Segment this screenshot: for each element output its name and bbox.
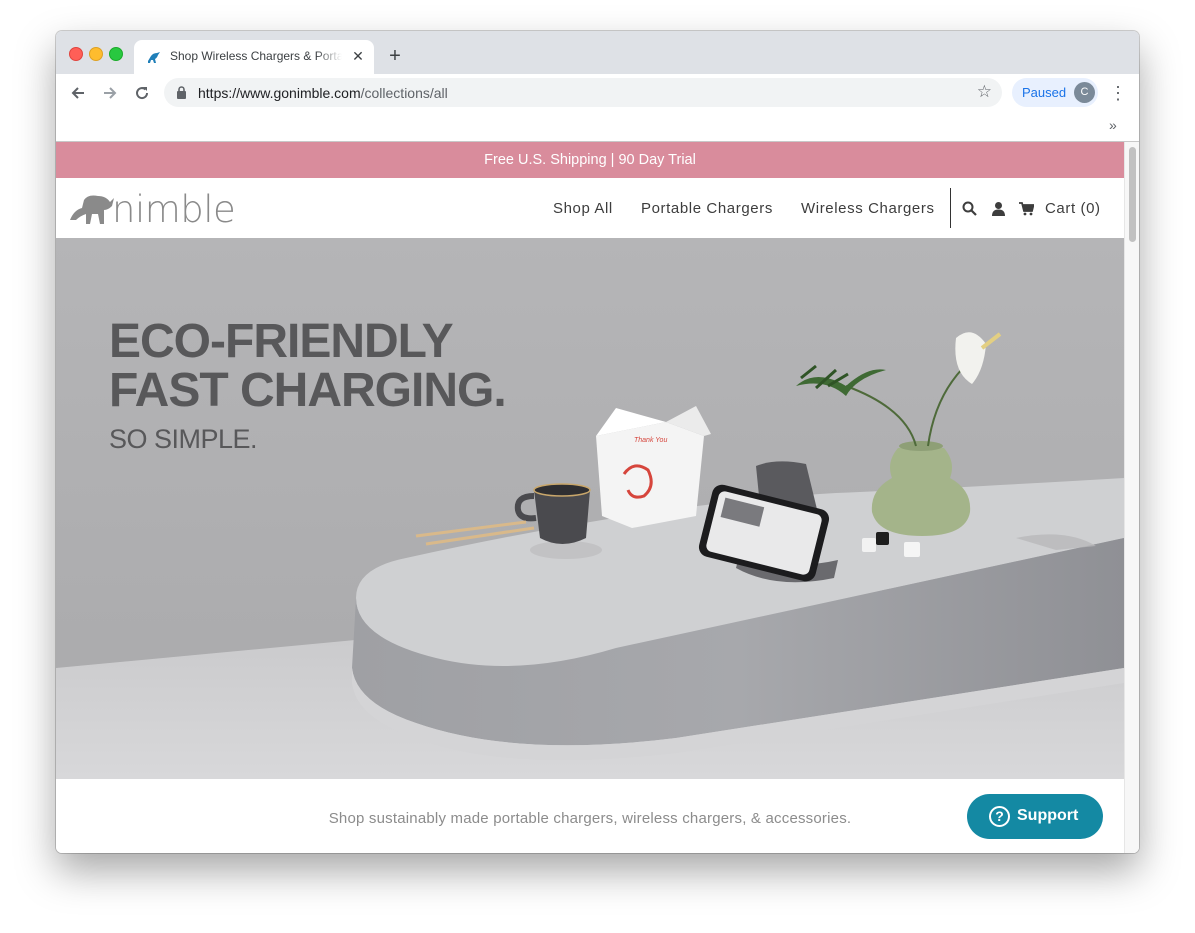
url-text: https://www.gonimble.com/collections/all [198, 85, 448, 101]
cart-link[interactable]: Cart (0) [1045, 200, 1101, 217]
lock-icon [177, 86, 186, 99]
star-icon[interactable]: ☆ [977, 83, 992, 101]
address-bar[interactable]: https://www.gonimble.com/collections/all… [164, 78, 1002, 107]
svg-text:Thank You: Thank You [634, 437, 667, 444]
tab-close-icon[interactable]: ✕ [349, 47, 367, 65]
user-icon[interactable] [991, 201, 1006, 216]
hero-banner[interactable]: Thank You ECO-FRIENDLY FAST CHARGING. SO… [56, 238, 1124, 779]
profile-button[interactable]: Paused C [1012, 78, 1098, 107]
scrollbar[interactable] [1124, 142, 1139, 853]
site-header: nimble Shop All Portable Chargers Wirele… [56, 178, 1124, 238]
browser-window: Shop Wireless Chargers & Portable Charge… [56, 31, 1139, 853]
bookmarks-bar: » [56, 111, 1139, 142]
forward-arrow-icon[interactable] [98, 81, 122, 105]
new-tab-button[interactable]: + [384, 45, 406, 67]
tab-title: Shop Wireless Chargers & Portable Charge… [170, 49, 342, 63]
reload-icon[interactable] [130, 81, 154, 105]
cart-icon[interactable] [1019, 201, 1034, 216]
hero-headline-line2: FAST CHARGING. [109, 364, 507, 417]
hero-subheadline: SO SIMPLE. [109, 424, 258, 454]
tab-active[interactable]: Shop Wireless Chargers & Portable Charge… [134, 40, 374, 74]
tagline: Shop sustainably made portable chargers,… [328, 810, 852, 827]
minimize-window-button[interactable] [89, 47, 103, 61]
back-arrow-icon[interactable] [66, 81, 90, 105]
hero-headline-line1: ECO-FRIENDLY [109, 315, 454, 368]
nav-wireless-chargers[interactable]: Wireless Chargers [801, 200, 935, 217]
support-label: Support [1017, 807, 1079, 824]
scrollbar-thumb[interactable] [1129, 147, 1136, 242]
support-button[interactable]: ? Support [967, 794, 1103, 839]
close-window-button[interactable] [69, 47, 83, 61]
logo-wordmark: nimble [112, 188, 236, 231]
tab-strip: Shop Wireless Chargers & Portable Charge… [56, 31, 1139, 74]
nimble-logo[interactable]: nimble [68, 188, 238, 231]
browser-toolbar: https://www.gonimble.com/collections/all… [56, 74, 1139, 111]
url-host: https://www.gonimble.com [198, 85, 361, 101]
avatar: C [1074, 82, 1095, 103]
page-viewport: Free U.S. Shipping | 90 Day Trial nimble… [56, 142, 1139, 853]
elephant-logo-icon [70, 195, 114, 224]
announcement-bar: Free U.S. Shipping | 90 Day Trial [56, 142, 1124, 178]
nav-shop-all[interactable]: Shop All [553, 200, 613, 217]
nav-divider [950, 188, 951, 228]
bookmarks-overflow-button[interactable]: » [1109, 117, 1117, 133]
maximize-window-button[interactable] [109, 47, 123, 61]
help-circle-icon: ? [989, 806, 1010, 827]
nimble-favicon-icon [148, 52, 160, 63]
more-vert-icon[interactable]: ⋮ [1109, 81, 1127, 105]
profile-label: Paused [1022, 85, 1067, 100]
search-icon[interactable] [962, 201, 977, 216]
url-path: /collections/all [360, 85, 448, 101]
nav-portable-chargers[interactable]: Portable Chargers [641, 200, 773, 217]
